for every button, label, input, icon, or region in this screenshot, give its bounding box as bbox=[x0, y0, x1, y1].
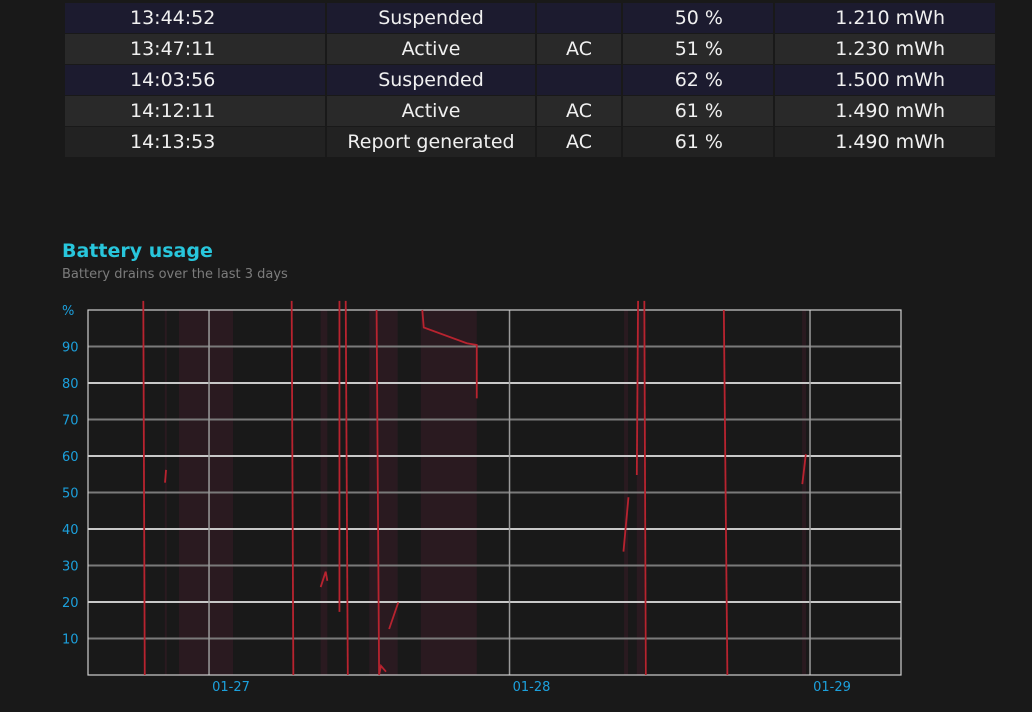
drain-line bbox=[290, 300, 295, 676]
y-tick-label: 50 bbox=[62, 487, 79, 502]
x-tick-label: 01-29 bbox=[813, 680, 851, 695]
y-tick-label: 10 bbox=[62, 633, 79, 648]
battery-usage-chart: % 10 20 30 40 50 60 70 80 90 01-27 01-28 01-29 bbox=[62, 300, 902, 695]
y-tick-label: 70 bbox=[62, 414, 79, 429]
y-tick-label: 40 bbox=[62, 523, 79, 538]
y-tick-label: 80 bbox=[62, 377, 79, 392]
y-tick-label: 30 bbox=[62, 560, 79, 575]
y-tick-label: 20 bbox=[62, 596, 79, 611]
drain-line bbox=[643, 300, 647, 676]
drain-line bbox=[164, 469, 167, 483]
y-axis-unit: % bbox=[62, 304, 74, 319]
drain-line bbox=[635, 300, 639, 475]
drain-line bbox=[142, 300, 146, 676]
drain-line bbox=[344, 300, 349, 676]
x-tick-label: 01-27 bbox=[212, 680, 250, 695]
x-tick-label: 01-28 bbox=[513, 680, 551, 695]
y-tick-label: 90 bbox=[62, 341, 79, 356]
y-tick-label: 60 bbox=[62, 450, 79, 465]
